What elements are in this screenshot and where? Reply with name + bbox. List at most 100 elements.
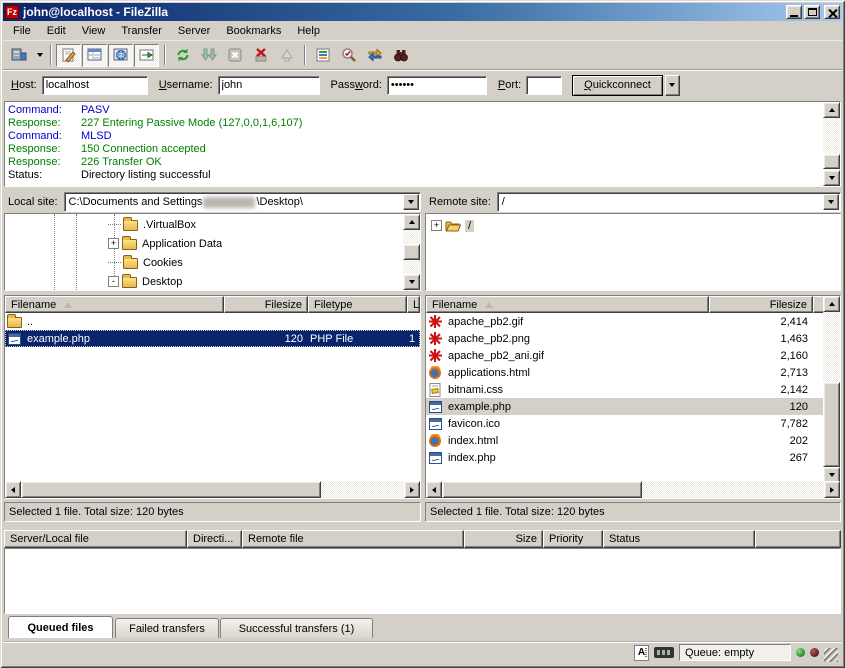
- scroll-right-button[interactable]: [824, 481, 840, 498]
- file-row[interactable]: index.html202: [426, 432, 823, 449]
- maximize-button[interactable]: [804, 5, 820, 19]
- column-header-priority[interactable]: Priority: [543, 530, 603, 548]
- toggle-transfer-queue-button[interactable]: [134, 44, 159, 67]
- file-row-selected[interactable]: example.php 120 PHP File 1: [5, 330, 420, 347]
- menu-help[interactable]: Help: [289, 23, 328, 39]
- queue-list[interactable]: [4, 548, 841, 614]
- php-file-icon: [428, 450, 443, 466]
- scroll-up-button[interactable]: [403, 214, 420, 230]
- local-tree-scrollbar[interactable]: [403, 214, 420, 290]
- scroll-thumb[interactable]: [442, 481, 642, 498]
- scroll-up-button[interactable]: [823, 296, 840, 312]
- column-header-server-local-file[interactable]: Server/Local file: [4, 530, 187, 548]
- password-input[interactable]: [387, 76, 487, 95]
- scroll-up-button[interactable]: [823, 102, 840, 118]
- local-list-hscrollbar[interactable]: [5, 481, 420, 498]
- file-row-parent-dir[interactable]: ..: [5, 313, 420, 330]
- refresh-button[interactable]: [170, 44, 195, 67]
- directory-comparison-button[interactable]: [336, 44, 361, 67]
- tree-collapse-icon[interactable]: -: [108, 276, 119, 287]
- process-queue-button[interactable]: [196, 44, 221, 67]
- file-row[interactable]: apache_pb2_ani.gif2,160: [426, 347, 823, 364]
- host-input[interactable]: [42, 76, 148, 95]
- column-header-last-modified[interactable]: L: [407, 296, 420, 313]
- menu-edit[interactable]: Edit: [39, 23, 74, 39]
- remote-list-scrollbar[interactable]: [823, 296, 840, 483]
- menu-view[interactable]: View: [74, 23, 114, 39]
- column-header-filesize[interactable]: Filesize: [224, 296, 308, 313]
- remote-status-text: Selected 1 file. Total size: 120 bytes: [425, 502, 841, 522]
- column-header-direction[interactable]: Directi...: [187, 530, 242, 548]
- local-directory-tree[interactable]: .VirtualBox +Application Data Cookies -D…: [4, 213, 421, 291]
- minimize-button[interactable]: [786, 5, 802, 19]
- disconnect-button[interactable]: [248, 44, 273, 67]
- toggle-remote-tree-button[interactable]: [108, 44, 133, 67]
- scroll-thumb[interactable]: [21, 481, 321, 498]
- menu-file[interactable]: File: [5, 23, 39, 39]
- quickconnect-button[interactable]: Quickconnect: [572, 75, 663, 96]
- remote-site-combobox[interactable]: /: [497, 192, 841, 212]
- scroll-thumb[interactable]: [403, 244, 420, 260]
- tree-expand-icon[interactable]: +: [431, 220, 442, 231]
- tab-queued-files[interactable]: Queued files: [8, 616, 113, 638]
- column-header-filename[interactable]: Filename: [426, 296, 709, 313]
- quickconnect-dropdown-button[interactable]: [665, 75, 680, 96]
- reconnect-button[interactable]: [274, 44, 299, 67]
- scroll-thumb[interactable]: [823, 154, 840, 169]
- title-bar[interactable]: Fz john@localhost - FileZilla: [3, 3, 842, 21]
- menu-server[interactable]: Server: [170, 23, 218, 39]
- scroll-down-button[interactable]: [403, 274, 420, 290]
- resize-grip[interactable]: [824, 648, 838, 662]
- local-site-combobox[interactable]: C:\Documents and Settings\Desktop\: [64, 192, 421, 212]
- site-manager-dropdown-button[interactable]: [33, 44, 46, 67]
- file-row-selected[interactable]: example.php120: [426, 398, 823, 415]
- synchronized-browsing-button[interactable]: [362, 44, 387, 67]
- remote-directory-tree[interactable]: + /: [425, 213, 841, 291]
- column-header-size[interactable]: Size: [464, 530, 543, 548]
- combo-dropdown-button[interactable]: [823, 194, 839, 210]
- log-line: Response:226 Transfer OK: [5, 156, 820, 169]
- scroll-right-button[interactable]: [404, 481, 420, 498]
- transfer-queue-icon: [139, 47, 155, 63]
- window-title: john@localhost - FileZilla: [23, 5, 784, 19]
- tree-expand-icon[interactable]: +: [108, 238, 119, 249]
- menu-transfer[interactable]: Transfer: [113, 23, 170, 39]
- cancel-operation-button[interactable]: [222, 44, 247, 67]
- username-input[interactable]: [218, 76, 320, 95]
- find-files-button[interactable]: [388, 44, 413, 67]
- tab-failed-transfers[interactable]: Failed transfers: [115, 618, 219, 638]
- column-header-filename[interactable]: Filename: [5, 296, 224, 313]
- toggle-local-tree-button[interactable]: [82, 44, 107, 67]
- file-row[interactable]: favicon.ico7,782: [426, 415, 823, 432]
- combo-dropdown-button[interactable]: [403, 194, 419, 210]
- menu-bar: File Edit View Transfer Server Bookmarks…: [3, 21, 842, 40]
- remote-list-hscrollbar[interactable]: [426, 481, 840, 498]
- tree-item-root[interactable]: + /: [431, 216, 474, 235]
- column-header-filetype[interactable]: Filetype: [308, 296, 407, 313]
- file-row[interactable]: apache_pb2.png1,463: [426, 330, 823, 347]
- toggle-message-log-button[interactable]: [56, 44, 81, 67]
- scroll-down-button[interactable]: [823, 170, 840, 186]
- tree-item-application-data[interactable]: +Application Data: [108, 234, 222, 253]
- scroll-thumb[interactable]: [823, 382, 840, 467]
- file-row[interactable]: bitnami.css2,142: [426, 381, 823, 398]
- site-manager-button[interactable]: [7, 44, 32, 67]
- column-header-status[interactable]: Status: [603, 530, 755, 548]
- tab-successful-transfers[interactable]: Successful transfers (1): [220, 618, 373, 638]
- column-header-remote-file[interactable]: Remote file: [242, 530, 464, 548]
- close-button[interactable]: [824, 5, 840, 19]
- file-row[interactable]: apache_pb2.gif2,414: [426, 313, 823, 330]
- transfer-type-ascii-icon: A: [634, 645, 649, 661]
- column-header-filesize[interactable]: Filesize: [709, 296, 813, 313]
- menu-bookmarks[interactable]: Bookmarks: [218, 23, 289, 39]
- port-input[interactable]: [526, 76, 562, 95]
- scroll-left-button[interactable]: [426, 481, 442, 498]
- log-scrollbar[interactable]: [823, 102, 840, 186]
- tree-item-cookies[interactable]: Cookies: [108, 253, 183, 272]
- tree-item-desktop[interactable]: -Desktop: [108, 272, 182, 291]
- scroll-left-button[interactable]: [5, 481, 21, 498]
- file-row[interactable]: index.php267: [426, 449, 823, 466]
- file-row[interactable]: applications.html2,713: [426, 364, 823, 381]
- filter-button[interactable]: [310, 44, 335, 67]
- tree-item-virtualbox[interactable]: .VirtualBox: [108, 215, 196, 234]
